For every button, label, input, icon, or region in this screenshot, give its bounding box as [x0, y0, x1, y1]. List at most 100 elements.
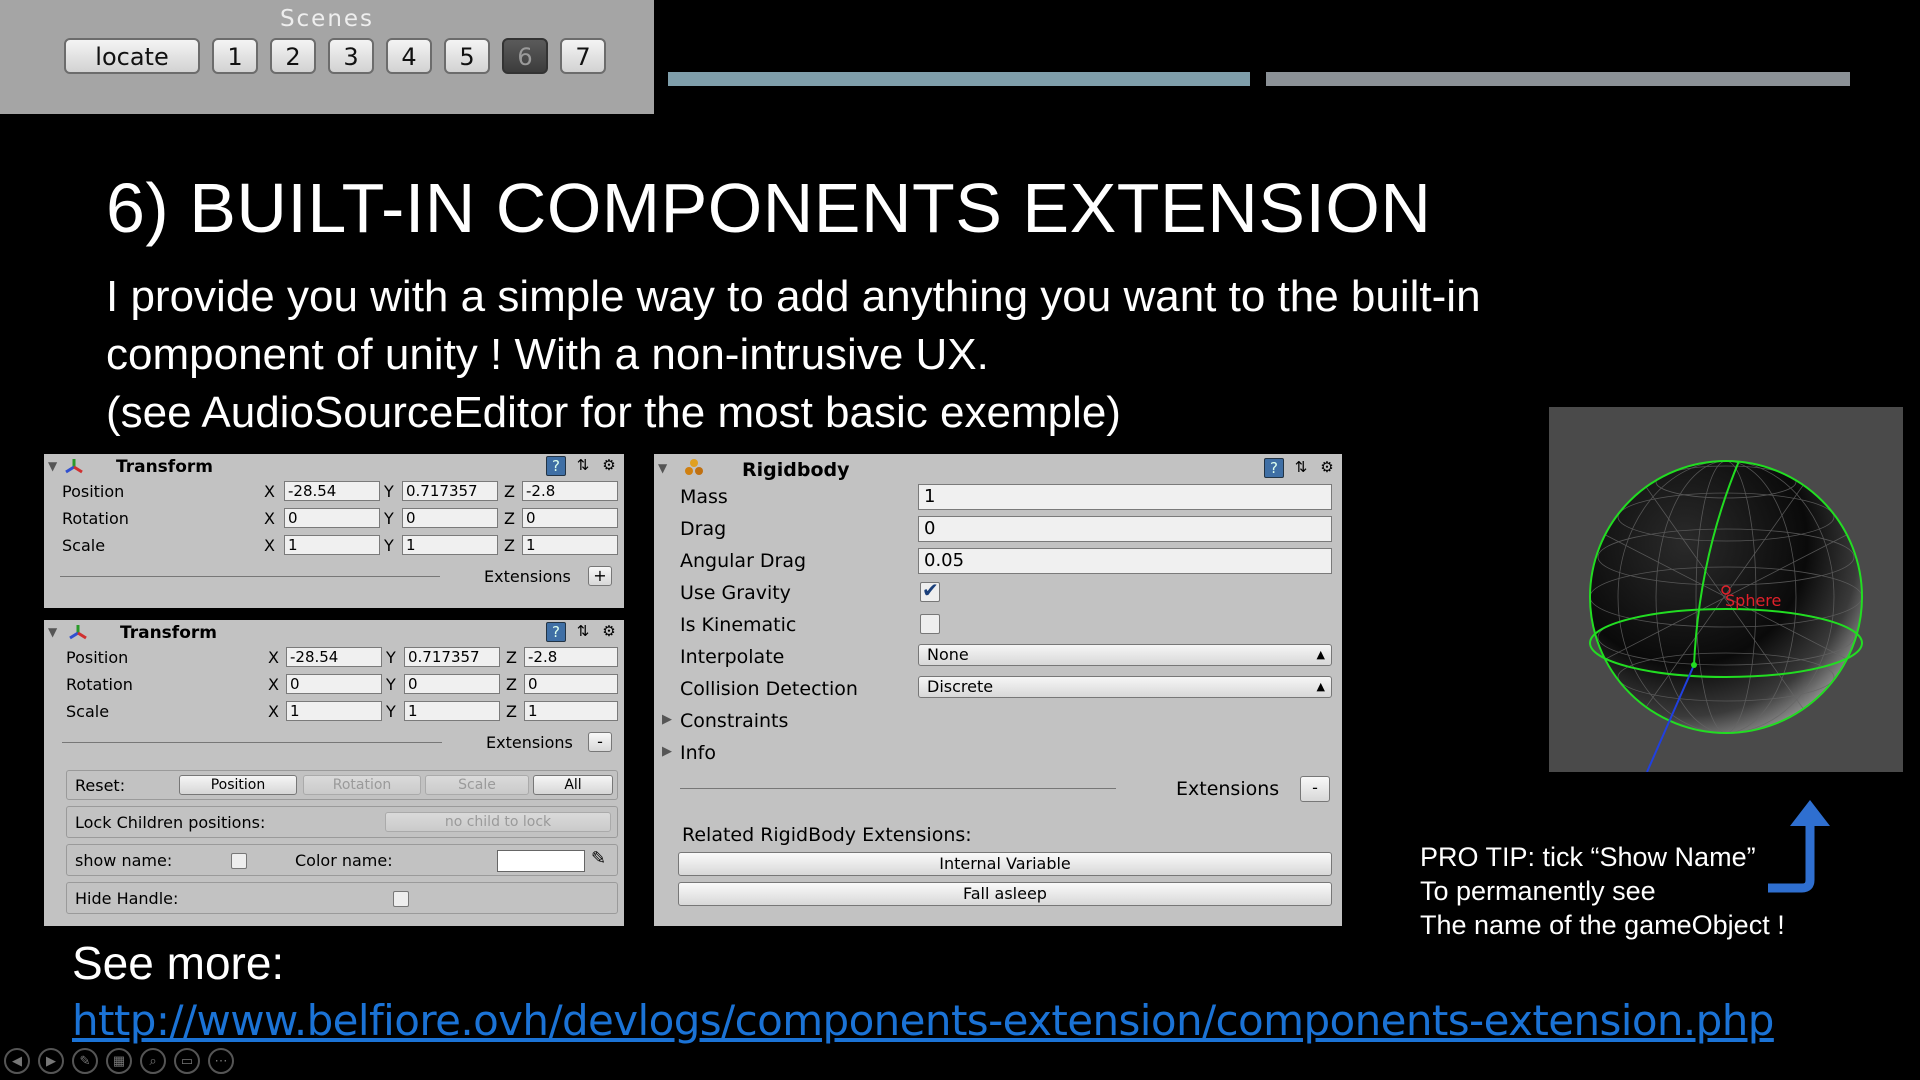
axis-x-label: X — [268, 648, 279, 667]
help-book-icon[interactable]: ? — [1264, 458, 1284, 478]
sphere-object — [1589, 460, 1863, 772]
eyedropper-icon[interactable]: ✎ — [591, 848, 606, 869]
rotation-z-field[interactable]: 0 — [524, 674, 618, 694]
extensions-toggle-button[interactable]: + — [588, 566, 612, 586]
transform-header[interactable]: ▼ Transform ? ⇅ ⚙ — [44, 454, 624, 478]
axis-x-label: X — [264, 536, 275, 555]
extensions-toggle-button[interactable]: - — [588, 732, 612, 752]
gear-icon[interactable]: ⚙ — [600, 622, 618, 640]
position-y-field[interactable]: 0.717357 — [404, 647, 500, 667]
lock-children-button[interactable]: no child to lock — [385, 812, 611, 832]
scale-y-field[interactable]: 1 — [404, 701, 500, 721]
reset-row: Reset: Position Rotation Scale All — [66, 770, 618, 800]
separator — [62, 742, 442, 743]
foldout-arrow-icon[interactable]: ▼ — [48, 625, 57, 639]
locate-button[interactable]: locate — [64, 38, 200, 74]
is-kinematic-checkbox[interactable] — [920, 614, 940, 634]
transform-header[interactable]: ▼ Transform ? ⇅ ⚙ — [44, 620, 624, 644]
axis-y-label: Y — [386, 702, 396, 721]
reset-position-button[interactable]: Position — [179, 775, 297, 795]
color-name-swatch[interactable] — [497, 850, 585, 872]
axis-x-label: X — [268, 675, 279, 694]
axis-y-label: Y — [386, 675, 396, 694]
position-z-field[interactable]: -2.8 — [524, 647, 618, 667]
angular-drag-field[interactable]: 0.05 — [918, 548, 1332, 574]
scene-button-3[interactable]: 3 — [328, 38, 374, 74]
curved-arrow-icon — [1768, 800, 1830, 893]
preset-icon[interactable]: ⇅ — [574, 622, 592, 640]
gear-icon[interactable]: ⚙ — [600, 456, 618, 474]
devlog-link[interactable]: http://www.belfiore.ovh/devlogs/componen… — [72, 996, 1774, 1045]
scene-button-5[interactable]: 5 — [444, 38, 490, 74]
preset-icon[interactable]: ⇅ — [1292, 458, 1310, 476]
preset-icon[interactable]: ⇅ — [574, 456, 592, 474]
zoom-icon[interactable]: ⌕ — [140, 1048, 166, 1074]
position-x-field[interactable]: -28.54 — [286, 647, 382, 667]
reset-all-button[interactable]: All — [533, 775, 613, 795]
rigidbody-header[interactable]: ▼ Rigidbody ? ⇅ ⚙ — [654, 454, 1342, 484]
foldout-arrow-icon[interactable]: ▼ — [658, 461, 667, 475]
extensions-label: Extensions — [486, 733, 573, 752]
use-gravity-label: Use Gravity — [680, 582, 791, 604]
slides-icon[interactable]: ▦ — [106, 1048, 132, 1074]
subtitle-icon[interactable]: ▭ — [174, 1048, 200, 1074]
rotation-x-field[interactable]: 0 — [284, 508, 380, 528]
gear-icon[interactable]: ⚙ — [1318, 458, 1336, 476]
pen-icon[interactable]: ✎ — [72, 1048, 98, 1074]
axis-z-label: Z — [506, 702, 517, 721]
checkmark-icon: ✔ — [922, 578, 939, 602]
more-icon[interactable]: ⋯ — [208, 1048, 234, 1074]
hide-handle-checkbox[interactable] — [393, 891, 409, 907]
axis-y-label: Y — [384, 509, 394, 528]
constraints-label[interactable]: Constraints — [680, 710, 788, 732]
scene-viewport[interactable]: Sphere — [1549, 407, 1903, 772]
prev-icon[interactable]: ◀ — [4, 1048, 30, 1074]
scene-button-4[interactable]: 4 — [386, 38, 432, 74]
axis-y-label: Y — [386, 648, 396, 667]
extensions-toggle-button[interactable]: - — [1300, 776, 1330, 802]
rigidbody-inspector: ▼ Rigidbody ? ⇅ ⚙ Mass 1 Drag 0 Angular … — [654, 454, 1342, 926]
foldout-arrow-icon[interactable]: ▼ — [48, 459, 57, 473]
scene-button-2[interactable]: 2 — [270, 38, 316, 74]
position-y-field[interactable]: 0.717357 — [402, 481, 498, 501]
position-x-field[interactable]: -28.54 — [284, 481, 380, 501]
axis-x-label: X — [264, 482, 275, 501]
axis-z-label: Z — [504, 509, 515, 528]
show-name-checkbox[interactable] — [231, 853, 247, 869]
axis-z-label: Z — [504, 482, 515, 501]
collision-detection-dropdown[interactable]: Discrete ▲ — [918, 676, 1332, 698]
rotation-z-field[interactable]: 0 — [522, 508, 618, 528]
extensions-label: Extensions — [1176, 778, 1280, 800]
info-label[interactable]: Info — [680, 742, 716, 764]
scale-y-field[interactable]: 1 — [402, 535, 498, 555]
rotation-y-field[interactable]: 0 — [404, 674, 500, 694]
reset-scale-button[interactable]: Scale — [425, 775, 529, 795]
interpolate-dropdown[interactable]: None ▲ — [918, 644, 1332, 666]
scene-button-7[interactable]: 7 — [560, 38, 606, 74]
see-more-label: See more: — [72, 937, 285, 989]
reset-rotation-button[interactable]: Rotation — [303, 775, 421, 795]
rotation-y-field[interactable]: 0 — [402, 508, 498, 528]
next-icon[interactable]: ▶ — [38, 1048, 64, 1074]
collision-detection-label: Collision Detection — [680, 678, 858, 700]
scale-z-field[interactable]: 1 — [524, 701, 618, 721]
use-gravity-checkbox[interactable]: ✔ — [920, 578, 940, 602]
position-z-field[interactable]: -2.8 — [522, 481, 618, 501]
help-book-icon[interactable]: ? — [546, 622, 566, 642]
scale-z-field[interactable]: 1 — [522, 535, 618, 555]
drag-field[interactable]: 0 — [918, 516, 1332, 542]
internal-variable-button[interactable]: Internal Variable — [678, 852, 1332, 876]
mass-field[interactable]: 1 — [918, 484, 1332, 510]
scale-x-field[interactable]: 1 — [286, 701, 382, 721]
fall-asleep-button[interactable]: Fall asleep — [678, 882, 1332, 906]
related-extensions-label: Related RigidBody Extensions: — [682, 824, 972, 846]
help-book-icon[interactable]: ? — [546, 456, 566, 476]
rotation-x-field[interactable]: 0 — [286, 674, 382, 694]
foldout-arrow-icon[interactable]: ▶ — [662, 744, 672, 759]
scene-button-6[interactable]: 6 — [502, 38, 548, 74]
foldout-arrow-icon[interactable]: ▶ — [662, 712, 672, 727]
axis-z-label: Z — [504, 536, 515, 555]
scale-x-field[interactable]: 1 — [284, 535, 380, 555]
lock-children-row: Lock Children positions: no child to loc… — [66, 806, 618, 838]
scene-button-1[interactable]: 1 — [212, 38, 258, 74]
